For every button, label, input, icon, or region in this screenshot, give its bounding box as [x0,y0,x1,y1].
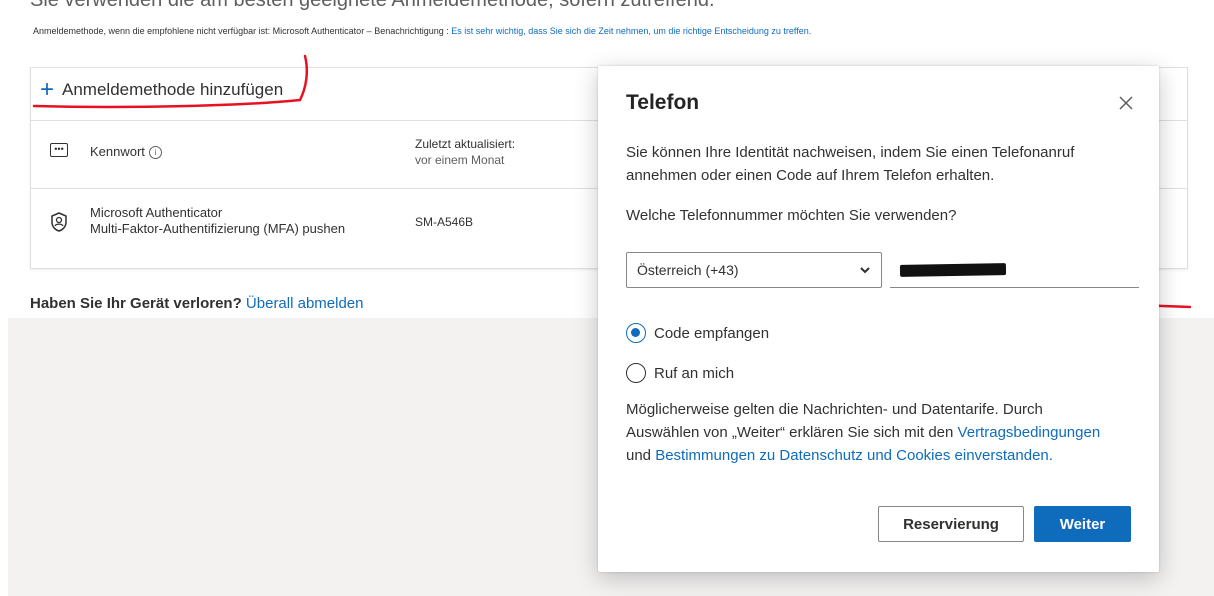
privacy-link[interactable]: Bestimmungen zu Datenschutz und Cookies … [655,447,1053,464]
default-method-text: Anmeldemethode, wenn die empfohlene nich… [33,26,449,36]
method-detail: SM-A546B [415,215,474,229]
page-heading: Sie verwenden die am besten geeignete An… [30,0,715,11]
chevron-down-icon [860,267,870,274]
terms-link[interactable]: Vertragsbedingungen [958,424,1101,441]
phone-dialog: Telefon Sie können Ihre Identität nachwe… [598,66,1159,572]
phone-question: Welche Telefonnummer möchten Sie verwend… [626,207,957,224]
weiter-button[interactable]: Weiter [1034,506,1131,542]
redacted-phone-number [899,263,1007,277]
dialog-title: Telefon [626,91,700,114]
radio-ruf-an-mich[interactable]: Ruf an mich [626,363,734,383]
reservierung-button[interactable]: Reservierung [878,506,1024,542]
password-dots-icon: ••• [50,143,68,157]
add-method-label: Anmeldemethode hinzufügen [62,80,284,99]
dialog-intro: Sie können Ihre Identität nachweisen, in… [626,144,1075,184]
lost-device-line: Haben Sie Ihr Gerät verloren? Überall ab… [30,295,364,312]
lost-device-question: Haben Sie Ihr Gerät verloren? [30,295,242,312]
method-label: Microsoft Authenticator Multi-Faktor-Aut… [90,205,346,236]
sign-out-everywhere-link[interactable]: Überall abmelden [246,295,364,312]
radio-code-empfangen[interactable]: Code empfangen [626,323,769,343]
radio-selected-icon [626,323,646,343]
country-select[interactable]: Österreich (+43) [626,252,882,288]
close-icon[interactable] [1117,94,1135,112]
plus-icon: + [40,76,55,103]
method-detail: Zuletzt aktualisiert: vor einem Monat [415,137,516,167]
method-label: Kennwort i [90,144,162,160]
add-method-button[interactable]: + Anmeldemethode hinzufügen [40,78,283,102]
default-method-info: Anmeldemethode, wenn die empfohlene nich… [33,26,811,36]
radio-unselected-icon [626,363,646,383]
disclaimer: Möglicherweise gelten die Nachrichten- u… [626,401,1101,464]
default-method-link[interactable]: Es ist sehr wichtig, dass Sie sich die Z… [451,26,811,36]
authenticator-icon [51,212,67,232]
country-select-value: Österreich (+43) [637,262,739,278]
page: Sie verwenden die am besten geeignete An… [0,0,1214,596]
info-icon[interactable]: i [148,146,162,160]
